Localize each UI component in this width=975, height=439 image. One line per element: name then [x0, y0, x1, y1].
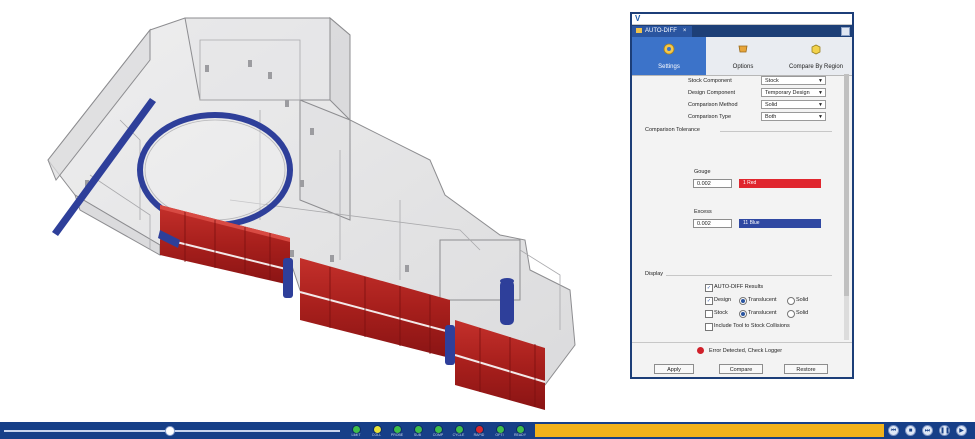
- stock-component-select[interactable]: Stock ▼: [761, 76, 826, 85]
- stock-component-value: Stock: [765, 78, 779, 84]
- error-status-text: Error Detected, Check Logger: [709, 348, 783, 354]
- chevron-down-icon: ▼: [818, 90, 823, 96]
- panel-scrollbar[interactable]: [844, 74, 849, 340]
- apply-button[interactable]: Apply: [654, 364, 694, 374]
- translucent-part-model: [47, 16, 576, 410]
- tab-auto-diff[interactable]: AUTO-DIFF ×: [632, 26, 693, 37]
- footer-divider: [632, 342, 852, 343]
- comparison-type-select[interactable]: Both ▼: [761, 112, 826, 121]
- tab-options[interactable]: Options: [706, 37, 780, 75]
- box-region-icon: [811, 44, 821, 55]
- chevron-down-icon: ▼: [818, 102, 823, 108]
- restore-button[interactable]: Restore: [784, 364, 828, 374]
- stock-component-label: Stock Component: [688, 78, 732, 84]
- design-component-select[interactable]: Temporary Design ▼: [761, 88, 826, 97]
- comparison-method-select[interactable]: Solid ▼: [761, 100, 826, 109]
- design-label: Design: [714, 297, 732, 303]
- scrollbar-thumb[interactable]: [844, 74, 849, 296]
- status-light-label: READY: [513, 433, 527, 437]
- slider-thumb[interactable]: [164, 426, 175, 436]
- panel-titlebar: V: [632, 14, 852, 25]
- comparison-type-label: Comparison Type: [688, 114, 732, 120]
- restore-window-icon[interactable]: [841, 27, 850, 36]
- design-solid-label: Solid: [796, 297, 809, 303]
- excess-label: Excess: [694, 209, 712, 215]
- design-translucent-label: Translucent: [748, 297, 777, 303]
- simulation-progress-bar: [535, 424, 884, 437]
- design-component-value: Temporary Design: [765, 90, 810, 96]
- error-status-icon: [697, 347, 704, 354]
- rewind-icon[interactable]: ⏮: [888, 425, 899, 436]
- excess-color-label: 11 Blue: [743, 220, 760, 226]
- stock-translucent-label: Translucent: [748, 310, 777, 316]
- stock-solid-label: Solid: [796, 310, 809, 316]
- chevron-down-icon: ▼: [818, 78, 823, 84]
- compare-button[interactable]: Compare: [719, 364, 763, 374]
- comparison-method-value: Solid: [765, 102, 778, 108]
- tab-options-label: Options: [732, 64, 754, 70]
- comparison-method-row: Comparison Method Solid ▼: [632, 100, 844, 111]
- tab-auto-diff-label: AUTO-DIFF: [645, 28, 677, 34]
- gouge-color-swatch[interactable]: 1 Red: [739, 179, 821, 188]
- part-body: [47, 16, 576, 386]
- design-solid-radio[interactable]: [787, 297, 795, 305]
- excess-color-swatch[interactable]: 11 Blue: [739, 219, 821, 228]
- comparison-tolerance-title: Comparison Tolerance: [645, 127, 700, 133]
- include-collisions-checkbox[interactable]: [705, 323, 713, 331]
- pause-icon[interactable]: ❚❚: [939, 425, 950, 436]
- design-component-label: Design Component: [688, 90, 736, 96]
- gouge-tolerance-value: 0.002: [697, 181, 711, 187]
- excess-tolerance-value: 0.002: [697, 221, 711, 227]
- stock-solid-radio[interactable]: [787, 310, 795, 318]
- design-checkbox[interactable]: ✓: [705, 297, 713, 305]
- app-logo-icon: V: [635, 14, 641, 23]
- close-icon[interactable]: ×: [683, 28, 687, 34]
- stock-translucent-radio[interactable]: [739, 310, 747, 318]
- stop-icon[interactable]: ■: [905, 425, 916, 436]
- auto-diff-results-label: AUTO-DIFF Results: [714, 284, 764, 290]
- tab-compare-by-region-label: Compare By Region: [788, 64, 844, 70]
- design-translucent-radio[interactable]: [739, 297, 747, 305]
- stock-component-row: Stock Component Stock ▼: [632, 76, 844, 87]
- panel-page-tabs: Settings Options Compare By Region: [632, 37, 852, 76]
- design-component-row: Design Component Temporary Design ▼: [632, 88, 844, 99]
- tab-settings-label: Settings: [658, 64, 680, 70]
- comparison-method-label: Comparison Method: [688, 102, 738, 108]
- play-icon[interactable]: ▶: [956, 425, 967, 436]
- gouge-tolerance-input[interactable]: 0.002: [693, 179, 732, 188]
- display-title: Display: [645, 271, 664, 277]
- gear-icon: [663, 43, 675, 55]
- gouge-label: Gouge: [694, 169, 711, 175]
- auto-diff-panel: V AUTO-DIFF × Settings Options Compare By…: [630, 12, 854, 379]
- section-divider: [720, 131, 832, 132]
- step-icon[interactable]: ⏭: [922, 425, 933, 436]
- simulation-control-bar: LIMIT COLL PROBE SUB COMP CYCLE RAPID OPTI READY…: [0, 422, 975, 439]
- tab-settings[interactable]: Settings: [632, 37, 706, 75]
- stock-label: Stock: [714, 310, 728, 316]
- stock-checkbox[interactable]: [705, 310, 713, 318]
- chevron-down-icon: ▼: [818, 114, 823, 120]
- auto-diff-results-checkbox[interactable]: ✓: [705, 284, 713, 292]
- panel-tabrow: AUTO-DIFF ×: [632, 25, 852, 37]
- options-icon: [738, 45, 748, 53]
- comparison-type-value: Both: [765, 114, 777, 120]
- tab-compare-by-region[interactable]: Compare By Region: [780, 37, 852, 75]
- comparison-type-row: Comparison Type Both ▼: [632, 112, 844, 123]
- include-collisions-label: Include Tool to Stock Collisions: [714, 323, 790, 329]
- excess-tolerance-input[interactable]: 0.002: [693, 219, 732, 228]
- section-divider: [666, 275, 832, 276]
- gouge-color-label: 1 Red: [743, 180, 757, 186]
- folder-icon: [636, 27, 642, 33]
